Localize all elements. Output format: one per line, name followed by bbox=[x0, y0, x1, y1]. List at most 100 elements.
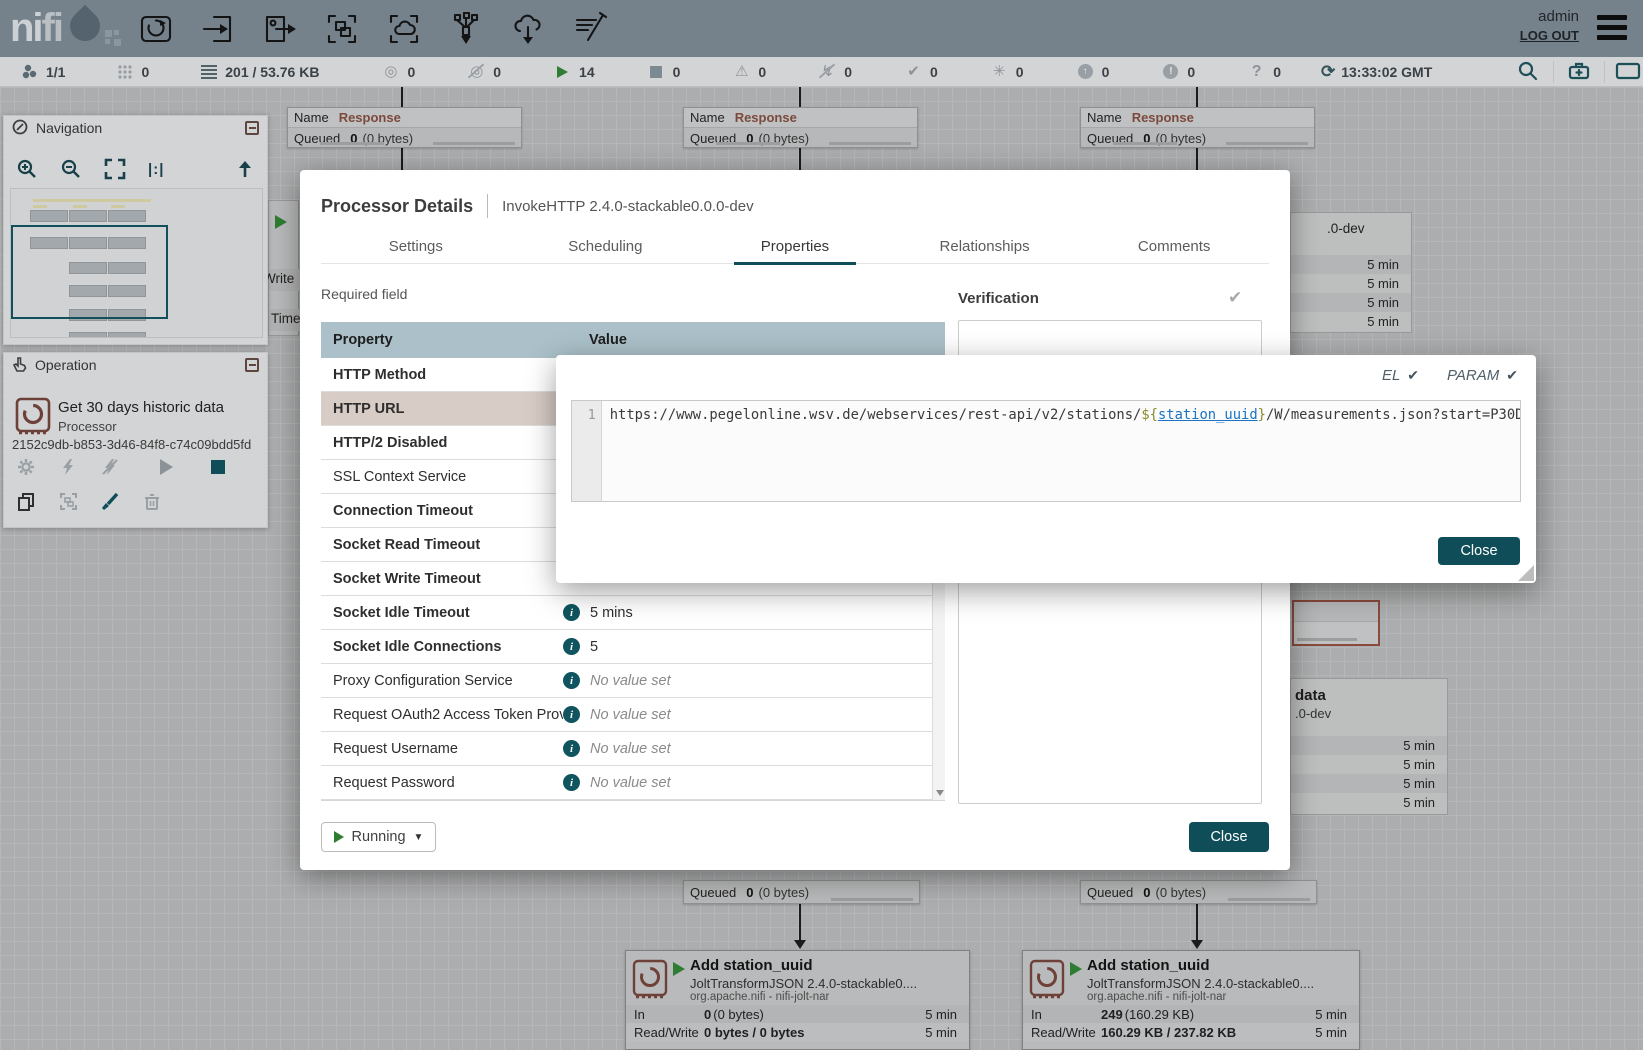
connection-label[interactable]: NameResponse Queued0(0 bytes) bbox=[287, 107, 522, 148]
enable-icon[interactable] bbox=[58, 457, 78, 477]
scroll-down-icon[interactable] bbox=[936, 790, 944, 796]
delete-icon[interactable] bbox=[142, 491, 162, 511]
tab-properties[interactable]: Properties bbox=[700, 230, 890, 263]
property-row[interactable]: Request OAuth2 Access Token Prov...iNo v… bbox=[321, 698, 945, 732]
status-not-transmitting: ◎ 0 bbox=[467, 62, 501, 81]
processor-icon[interactable] bbox=[138, 11, 174, 47]
leave-group-icon[interactable] bbox=[235, 159, 255, 179]
processor-add-station-uuid[interactable]: Add station_uuid JoltTransformJSON 2.4.0… bbox=[625, 950, 970, 1050]
column-property: Property bbox=[321, 332, 589, 348]
collapse-navigation-button[interactable] bbox=[245, 121, 259, 135]
selected-component-name: Get 30 days historic data bbox=[58, 399, 224, 416]
connection-label[interactable]: NameResponse Queued0(0 bytes) bbox=[683, 107, 918, 148]
dialog-tabs: Settings Scheduling Properties Relations… bbox=[321, 230, 1269, 264]
stat-count: 249 bbox=[1101, 1007, 1123, 1022]
processor-fragment[interactable]: Write Time bbox=[268, 200, 299, 336]
processor-fragment[interactable]: .0-dev 5 min 5 min 5 min 5 min bbox=[1290, 212, 1412, 333]
property-row[interactable]: Request UsernameiNo value set bbox=[321, 732, 945, 766]
editor-close-button[interactable]: Close bbox=[1438, 537, 1520, 565]
remote-process-group-icon[interactable] bbox=[386, 11, 422, 47]
output-port-icon[interactable] bbox=[262, 11, 298, 47]
collapse-operation-button[interactable] bbox=[245, 358, 259, 372]
property-row[interactable]: Socket Idle Timeouti5 mins bbox=[321, 596, 945, 630]
parameter-reference[interactable]: station_uuid bbox=[1158, 407, 1258, 423]
tab-scheduling[interactable]: Scheduling bbox=[511, 230, 701, 263]
status-invalid: ⚠ 0 bbox=[732, 62, 766, 81]
connection-line[interactable] bbox=[799, 904, 801, 940]
info-icon: i bbox=[563, 740, 580, 757]
cluster-icon bbox=[20, 62, 39, 81]
status-locally-modified: ✳ 0 bbox=[990, 62, 1024, 81]
zoom-in-icon[interactable] bbox=[16, 158, 38, 180]
queued-bar bbox=[320, 142, 384, 145]
status-running: 14 bbox=[553, 62, 595, 81]
processor-icon bbox=[14, 397, 52, 440]
zoom-out-icon[interactable] bbox=[60, 158, 82, 180]
copy-icon[interactable] bbox=[16, 491, 36, 511]
logout-link[interactable]: LOG OUT bbox=[1520, 28, 1579, 43]
search-icon[interactable] bbox=[1511, 60, 1545, 85]
value-editor[interactable]: 1 https://www.pegelonline.wsv.de/webserv… bbox=[571, 400, 1521, 502]
navigation-title: Navigation bbox=[36, 120, 102, 136]
processor-icon bbox=[632, 959, 668, 1004]
selected-processor-fragment[interactable] bbox=[1292, 600, 1380, 646]
minimap-viewport[interactable] bbox=[11, 225, 168, 319]
property-row[interactable]: Request PasswordiNo value set bbox=[321, 766, 945, 800]
processor-fragment[interactable]: data .0-dev 5 min 5 min 5 min 5 min bbox=[1290, 678, 1448, 815]
value-text[interactable]: https://www.pegelonline.wsv.de/webservic… bbox=[602, 401, 1520, 501]
selected-component-type: Processor bbox=[58, 419, 117, 434]
funnel-icon[interactable] bbox=[448, 11, 484, 47]
processor-add-station-uuid[interactable]: Add station_uuid JoltTransformJSON 2.4.0… bbox=[1022, 950, 1360, 1050]
nifi-logo: nifi bbox=[10, 6, 100, 51]
processor-name: Add station_uuid bbox=[690, 957, 813, 974]
status-refresh[interactable]: ⟳ 13:33:02 GMT bbox=[1321, 62, 1432, 82]
tab-settings[interactable]: Settings bbox=[321, 230, 511, 263]
input-port-icon[interactable] bbox=[200, 11, 236, 47]
birdseye-minimap[interactable] bbox=[10, 188, 263, 338]
droplet-pixels bbox=[105, 30, 121, 46]
property-row[interactable]: Proxy Configuration ServiceiNo value set bbox=[321, 664, 945, 698]
stop-icon[interactable] bbox=[208, 457, 228, 477]
zoom-fit-icon[interactable] bbox=[104, 158, 126, 180]
status-sync-failure: ? 0 bbox=[1247, 62, 1281, 81]
connection-label[interactable]: NameResponse Queued0(0 bytes) bbox=[1080, 107, 1315, 148]
queued-size: (0 bytes) bbox=[759, 885, 810, 900]
sync-failure-icon: ? bbox=[1247, 62, 1266, 81]
title-divider bbox=[487, 194, 488, 218]
global-menu-icon[interactable] bbox=[1597, 15, 1627, 40]
tab-comments[interactable]: Comments bbox=[1079, 230, 1269, 263]
group-icon[interactable] bbox=[58, 491, 78, 511]
stat-time: 5 min bbox=[1291, 736, 1447, 755]
queued-size: (0 bytes) bbox=[1156, 885, 1207, 900]
zoom-actual-icon[interactable]: |:| bbox=[148, 161, 164, 178]
status-cluster: 1/1 bbox=[20, 62, 65, 81]
column-value: Value bbox=[589, 332, 627, 348]
connection-label[interactable]: Queued0(0 bytes) bbox=[683, 880, 920, 904]
processor-type-fragment: .0-dev bbox=[1327, 221, 1365, 236]
process-group-icon[interactable] bbox=[324, 11, 360, 47]
operation-panel: Operation Get 30 days historic data Proc… bbox=[3, 352, 268, 528]
cloud-download-icon[interactable] bbox=[510, 11, 546, 47]
settings-icon[interactable] bbox=[1562, 60, 1596, 85]
dialog-title: Processor Details bbox=[321, 196, 473, 217]
nifi-droplet-icon bbox=[64, 4, 106, 46]
verification-check-icon[interactable]: ✔ bbox=[1228, 288, 1242, 308]
dialog-close-button[interactable]: Close bbox=[1189, 822, 1269, 852]
property-row[interactable]: Socket Idle Connectionsi5 bbox=[321, 630, 945, 664]
label-icon[interactable] bbox=[572, 11, 608, 47]
tab-relationships[interactable]: Relationships bbox=[890, 230, 1080, 263]
queued-bar bbox=[716, 142, 780, 145]
check-icon: ✔ bbox=[1506, 367, 1518, 383]
processor-name: Add station_uuid bbox=[1087, 957, 1210, 974]
connection-line[interactable] bbox=[1196, 904, 1198, 940]
connection-label[interactable]: Queued0(0 bytes) bbox=[1080, 880, 1317, 904]
clipped-icon[interactable] bbox=[1613, 60, 1643, 85]
disable-icon[interactable] bbox=[100, 457, 120, 477]
refresh-icon[interactable]: ⟳ bbox=[1321, 62, 1335, 82]
color-brush-icon[interactable] bbox=[100, 491, 120, 511]
start-icon[interactable] bbox=[156, 457, 176, 477]
configure-icon[interactable] bbox=[16, 457, 36, 477]
status-bar: 1/1 0 201 / 53.76 KB ◎ 0 ◎ 0 14 0 ⚠ 0 bbox=[0, 57, 1643, 87]
resize-grip[interactable] bbox=[1518, 565, 1534, 581]
run-state-button[interactable]: Running ▼ bbox=[321, 822, 436, 852]
